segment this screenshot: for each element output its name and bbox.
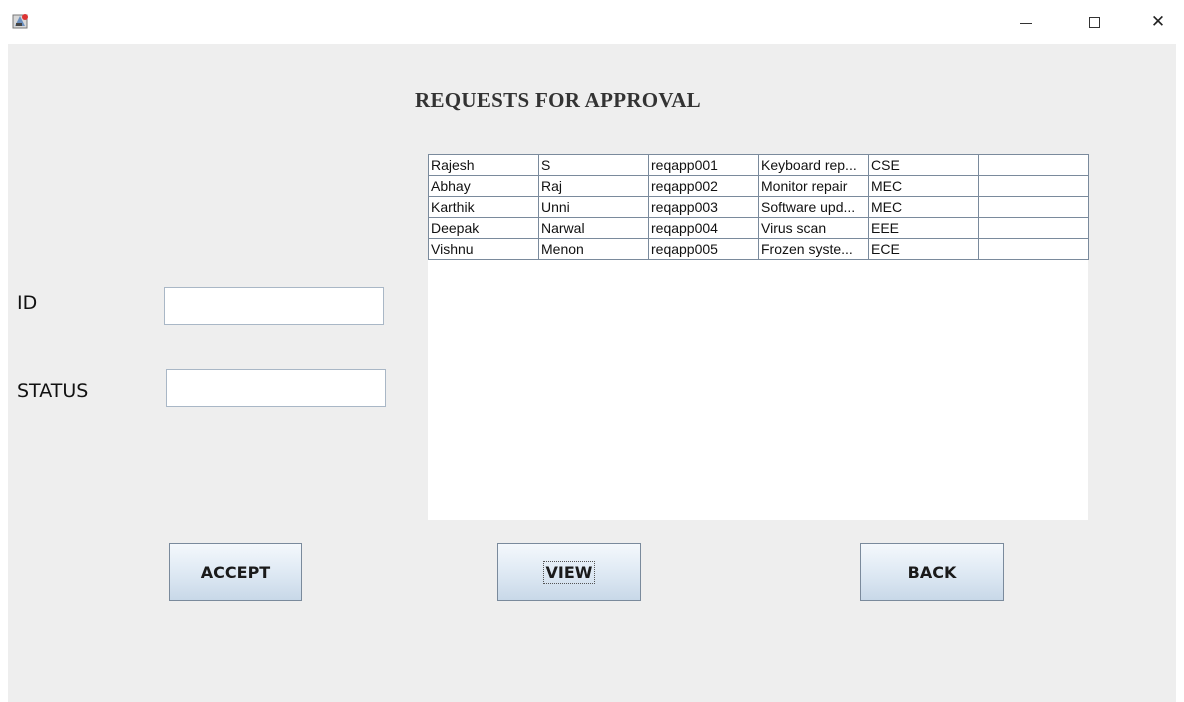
back-button-label: BACK [907, 562, 957, 582]
table-cell[interactable] [978, 154, 1089, 176]
title-bar: ✕ [0, 0, 1184, 44]
table-cell[interactable]: reqapp005 [648, 238, 759, 260]
table-cell[interactable]: Software upd... [758, 196, 869, 218]
table-cell[interactable]: S [538, 154, 649, 176]
status-input[interactable] [166, 369, 386, 407]
table-cell[interactable]: EEE [868, 217, 979, 239]
table-row[interactable]: Vishnu Menon reqapp005 Frozen syste... ECE [428, 238, 1089, 260]
table-cell[interactable] [978, 217, 1089, 239]
table-cell[interactable]: Monitor repair [758, 175, 869, 197]
table-row[interactable]: Abhay Raj reqapp002 Monitor repair MEC [428, 175, 1089, 197]
minimize-icon [1020, 22, 1032, 24]
view-button[interactable]: VIEW [497, 543, 641, 601]
id-input[interactable] [164, 287, 384, 325]
table-cell[interactable]: ECE [868, 238, 979, 260]
table-row[interactable]: Karthik Unni reqapp003 Software upd... MEC [428, 196, 1089, 218]
table-cell[interactable]: MEC [868, 175, 979, 197]
table-cell[interactable]: reqapp002 [648, 175, 759, 197]
table-cell[interactable]: Deepak [428, 217, 539, 239]
page-title: REQUESTS FOR APPROVAL [415, 88, 701, 112]
status-label: STATUS [17, 380, 89, 402]
java-app-icon [12, 12, 30, 30]
close-icon: ✕ [1150, 12, 1166, 32]
table-cell[interactable]: Narwal [538, 217, 649, 239]
table-cell[interactable]: Rajesh [428, 154, 539, 176]
table-row[interactable]: Rajesh Sreqapp001 Keyboard rep... CSE [428, 154, 1089, 176]
id-label: ID [17, 292, 38, 314]
table-cell[interactable] [978, 196, 1089, 218]
requests-table[interactable]: Rajesh Sreqapp001 Keyboard rep... CSE Abhay R… [428, 154, 1089, 520]
back-button[interactable]: BACK [860, 543, 1004, 601]
maximize-icon [1088, 16, 1100, 28]
table-cell[interactable]: MEC [868, 196, 979, 218]
close-button[interactable]: ✕ [1135, 0, 1181, 44]
minimize-button[interactable] [1003, 0, 1049, 44]
table-cell[interactable] [978, 238, 1089, 260]
table-cell[interactable]: Menon [538, 238, 649, 260]
table-cell[interactable]: reqapp003 [648, 196, 759, 218]
accept-button-label: ACCEPT [200, 562, 271, 582]
table-cell[interactable]: reqapp004 [648, 217, 759, 239]
table-cell[interactable]: Unni [538, 196, 649, 218]
table-row[interactable]: Deepak Narwal reqapp004 Virus scan EEE [428, 217, 1089, 239]
table-cell[interactable]: Frozen syste... [758, 238, 869, 260]
table-cell[interactable]: Raj [538, 175, 649, 197]
table-cell[interactable]: reqapp001 [648, 154, 759, 176]
table-cell[interactable]: Virus scan [758, 217, 869, 239]
requests-grid: Rajesh Sreqapp001 Keyboard rep... CSE Abhay R… [428, 154, 1089, 260]
table-cell[interactable]: Abhay [428, 175, 539, 197]
table-cell[interactable]: Karthik [428, 196, 539, 218]
accept-button[interactable]: ACCEPT [169, 543, 302, 601]
view-button-label: VIEW [542, 560, 596, 584]
table-cell[interactable]: Vishnu [428, 238, 539, 260]
table-cell[interactable] [978, 175, 1089, 197]
table-cell[interactable]: CSE [868, 154, 979, 176]
table-cell[interactable]: Keyboard rep... [758, 154, 869, 176]
maximize-button[interactable] [1071, 0, 1117, 44]
